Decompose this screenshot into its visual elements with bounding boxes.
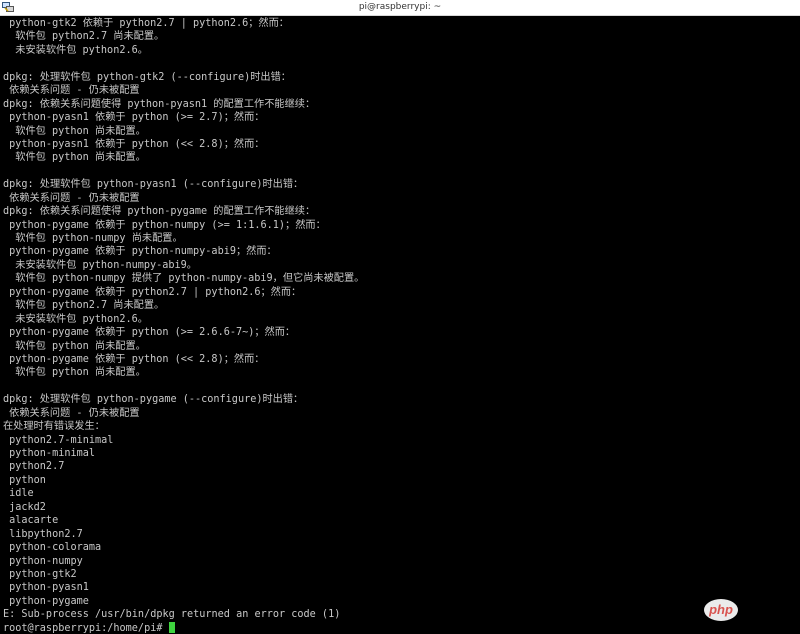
terminal-line: dpkg: 依赖关系问题使得 python-pygame 的配置工作不能继续：: [3, 206, 316, 218]
terminal-line: python-pyasn1 依赖于 python (>= 2.7)；然而：: [3, 112, 265, 124]
terminal-line: python-gtk2 依赖于 python2.7 | python2.6；然而…: [3, 18, 289, 29]
terminal-line: 未安装软件包 python2.6。: [3, 313, 148, 325]
terminal-output[interactable]: python-gtk2 依赖于 python2.7 | python2.6；然而…: [0, 17, 800, 634]
terminal-line: dpkg: 处理软件包 python-pyasn1 (--configure)时…: [3, 179, 304, 191]
php-watermark-logo: php: [704, 599, 738, 621]
terminal-line: alacarte: [3, 515, 59, 527]
terminal-line: python-pygame 依赖于 python (<< 2.8)；然而：: [3, 353, 265, 365]
terminal-line: python-pygame 依赖于 python-numpy-abi9；然而：: [3, 246, 277, 258]
terminal-line: 软件包 python 尚未配置。: [3, 340, 146, 352]
terminal-cursor: [168, 621, 175, 633]
terminal-line: dpkg: 依赖关系问题使得 python-pyasn1 的配置工作不能继续：: [3, 98, 316, 110]
terminal-line: 依赖关系问题 - 仍未被配置: [3, 192, 140, 204]
terminal-line: jackd2: [3, 501, 46, 513]
terminal-line: python-pygame: [3, 595, 89, 607]
shell-prompt: root@raspberrypi:/home/pi#: [3, 622, 169, 634]
shell-prompt-line[interactable]: root@raspberrypi:/home/pi#: [3, 621, 800, 634]
terminal-line: python-pyasn1 依赖于 python (<< 2.8)；然而：: [3, 138, 265, 150]
terminal-line: dpkg: 处理软件包 python-pygame (--configure)时…: [3, 394, 304, 406]
terminal-line: 软件包 python2.7 尚未配置。: [3, 300, 165, 312]
terminal-line: 软件包 python 尚未配置。: [3, 367, 146, 379]
terminal-line: python2.7-minimal: [3, 434, 114, 446]
window-title: pi@raspberrypi: ~: [358, 2, 442, 12]
terminal-line: 在处理时有错误发生：: [3, 421, 105, 433]
terminal-line: libpython2.7: [3, 528, 83, 540]
terminal-line: python2.7: [3, 461, 65, 473]
terminal-line: E: Sub-process /usr/bin/dpkg returned an…: [3, 609, 341, 621]
terminal-line: python-colorama: [3, 542, 102, 554]
terminal-line: python: [3, 474, 46, 486]
terminal-line: 软件包 python 尚未配置。: [3, 152, 146, 164]
terminal-line: python-pyasn1: [3, 582, 89, 594]
terminal-line: dpkg: 处理软件包 python-gtk2 (--configure)时出错…: [3, 71, 291, 83]
terminal-line: python-minimal: [3, 448, 96, 459]
terminal-line: 软件包 python-numpy 提供了 python-numpy-abi9，但…: [3, 273, 365, 285]
terminal-line: 未安装软件包 python2.6。: [3, 44, 148, 56]
terminal-line: python-pygame 依赖于 python (>= 2.6.6-7~)；然…: [3, 327, 296, 339]
terminal-lines: python-gtk2 依赖于 python2.7 | python2.6；然而…: [3, 17, 800, 622]
title-bar[interactable]: pi@raspberrypi: ~: [0, 0, 800, 16]
terminal-line: idle: [3, 488, 34, 500]
terminal-line: python-pygame 依赖于 python2.7 | python2.6；…: [3, 286, 302, 298]
terminal-line: python-pygame 依赖于 python-numpy (>= 1:1.6…: [3, 219, 326, 231]
putty-window: pi@raspberrypi: ~ python-gtk2 依赖于 python…: [0, 0, 800, 634]
terminal-line: 软件包 python-numpy 尚未配置。: [3, 233, 183, 244]
terminal-line: 依赖关系问题 - 仍未被配置: [3, 85, 140, 97]
terminal-line: python-numpy: [3, 555, 83, 567]
terminal-line: 未安装软件包 python-numpy-abi9。: [3, 259, 197, 271]
terminal-line: python-gtk2: [3, 568, 77, 580]
terminal-line: 软件包 python 尚未配置。: [3, 125, 146, 137]
terminal-line: 软件包 python2.7 尚未配置。: [3, 31, 165, 43]
terminal-line: 依赖关系问题 - 仍未被配置: [3, 407, 140, 419]
